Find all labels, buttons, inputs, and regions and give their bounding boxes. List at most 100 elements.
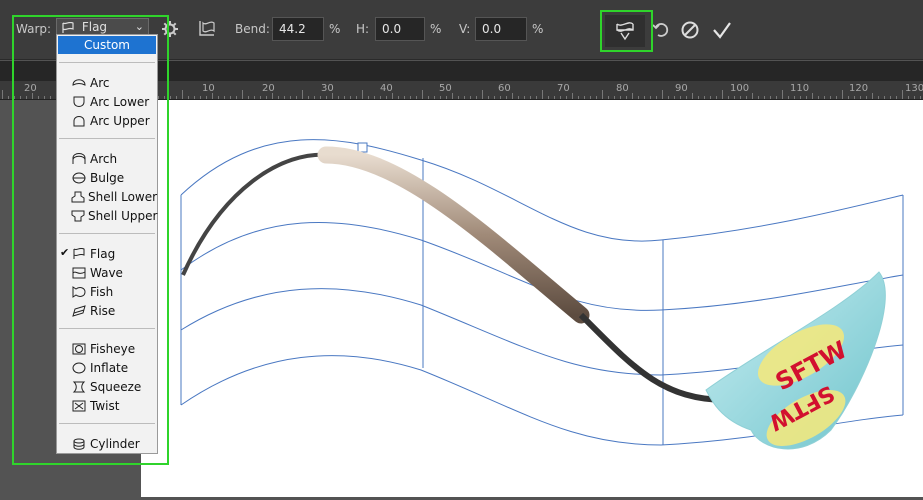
ruler-tick <box>242 90 243 99</box>
ruler-tick <box>728 96 729 99</box>
ruler-tick <box>506 96 507 99</box>
v-label: V: <box>459 22 471 36</box>
ruler-tick <box>608 96 609 99</box>
ruler-tick <box>230 96 231 99</box>
ruler-tick <box>428 96 429 99</box>
ruler-tick <box>182 90 183 99</box>
ruler-tick <box>224 96 225 99</box>
warp-artwork: SFTW SFTW <box>180 139 904 450</box>
ruler-tick <box>212 93 213 99</box>
commit-checkmark-icon[interactable] <box>710 18 734 42</box>
ruler-tick <box>206 96 207 99</box>
ruler-tick <box>392 93 393 99</box>
ruler-tick <box>524 96 525 99</box>
ruler-tick <box>476 96 477 99</box>
ruler-tick <box>488 96 489 99</box>
ruler-tick <box>734 96 735 99</box>
ruler-tick <box>398 96 399 99</box>
ruler-tick <box>782 90 783 99</box>
ruler-tick <box>650 96 651 99</box>
rod-tip <box>181 152 332 276</box>
ruler-label: 120 <box>849 83 869 94</box>
h-label: H: <box>356 22 370 36</box>
bend-field[interactable]: 44.2 <box>272 17 324 41</box>
ruler-tick <box>482 90 483 99</box>
ruler-tick <box>530 96 531 99</box>
ruler-tick <box>338 96 339 99</box>
ruler-tick <box>680 96 681 99</box>
warp-handle[interactable] <box>357 142 368 153</box>
ruler-tick <box>368 96 369 99</box>
rod-handle <box>317 146 590 324</box>
v-unit: % <box>532 22 544 36</box>
ruler-tick <box>908 96 909 99</box>
ruler-tick <box>434 96 435 99</box>
ruler-tick <box>542 90 543 99</box>
ruler-tick <box>560 96 561 99</box>
ruler-label: 70 <box>557 83 570 94</box>
ruler-tick <box>584 96 585 99</box>
ruler-tick <box>824 96 825 99</box>
ruler-tick <box>350 96 351 99</box>
ruler-tick <box>536 96 537 99</box>
ruler-tick <box>314 96 315 99</box>
ruler-tick <box>788 96 789 99</box>
ruler-tick <box>410 96 411 99</box>
h-unit: % <box>430 22 442 36</box>
ruler-tick <box>674 96 675 99</box>
ruler-tick <box>920 96 921 99</box>
ruler-tick <box>380 96 381 99</box>
ruler-tick <box>656 96 657 99</box>
ruler-tick <box>554 96 555 99</box>
ruler-tick <box>194 96 195 99</box>
ruler-label: 110 <box>790 83 810 94</box>
ruler-tick <box>458 96 459 99</box>
cancel-icon[interactable] <box>678 18 702 42</box>
ruler-tick <box>188 96 189 99</box>
ruler-tick <box>860 96 861 99</box>
ruler-tick <box>248 96 249 99</box>
ruler-tick <box>866 96 867 99</box>
ruler-tick <box>296 96 297 99</box>
ruler-tick <box>770 96 771 99</box>
ruler-tick <box>344 96 345 99</box>
ruler-tick <box>710 96 711 99</box>
ruler-tick <box>512 93 513 99</box>
ruler-tick <box>752 93 753 99</box>
ruler-tick <box>806 96 807 99</box>
ruler-tick <box>374 96 375 99</box>
vertical-distortion-field[interactable]: 0.0 <box>475 17 527 41</box>
ruler-tick <box>596 96 597 99</box>
ruler-tick <box>800 96 801 99</box>
ruler-tick <box>176 96 177 99</box>
ruler-label: 90 <box>675 83 688 94</box>
ruler-tick <box>842 90 843 99</box>
ruler-tick <box>278 96 279 99</box>
ruler-tick <box>170 96 171 99</box>
ruler-tick <box>260 96 261 99</box>
ruler-tick <box>500 96 501 99</box>
ruler-tick <box>308 96 309 99</box>
ruler-tick <box>668 96 669 99</box>
ruler-tick <box>746 96 747 99</box>
ruler-tick <box>572 93 573 99</box>
document-canvas[interactable]: SFTW SFTW <box>141 100 923 497</box>
ruler-tick <box>452 93 453 99</box>
bend-unit: % <box>329 22 341 36</box>
ruler-tick <box>200 96 201 99</box>
ruler-tick <box>884 96 885 99</box>
change-warp-orientation-icon[interactable] <box>195 17 219 41</box>
undo-icon[interactable] <box>650 18 672 40</box>
ruler-tick <box>776 96 777 99</box>
ruler-label: 100 <box>730 83 750 94</box>
ruler-tick <box>446 96 447 99</box>
ruler-tick <box>440 96 441 99</box>
ruler-tick <box>662 90 663 99</box>
ruler-tick <box>578 96 579 99</box>
ruler-tick <box>566 96 567 99</box>
horizontal-distortion-field[interactable]: 0.0 <box>375 17 425 41</box>
ruler-tick <box>218 96 219 99</box>
ruler-tick <box>254 96 255 99</box>
ruler-tick <box>620 96 621 99</box>
ruler-tick <box>470 96 471 99</box>
